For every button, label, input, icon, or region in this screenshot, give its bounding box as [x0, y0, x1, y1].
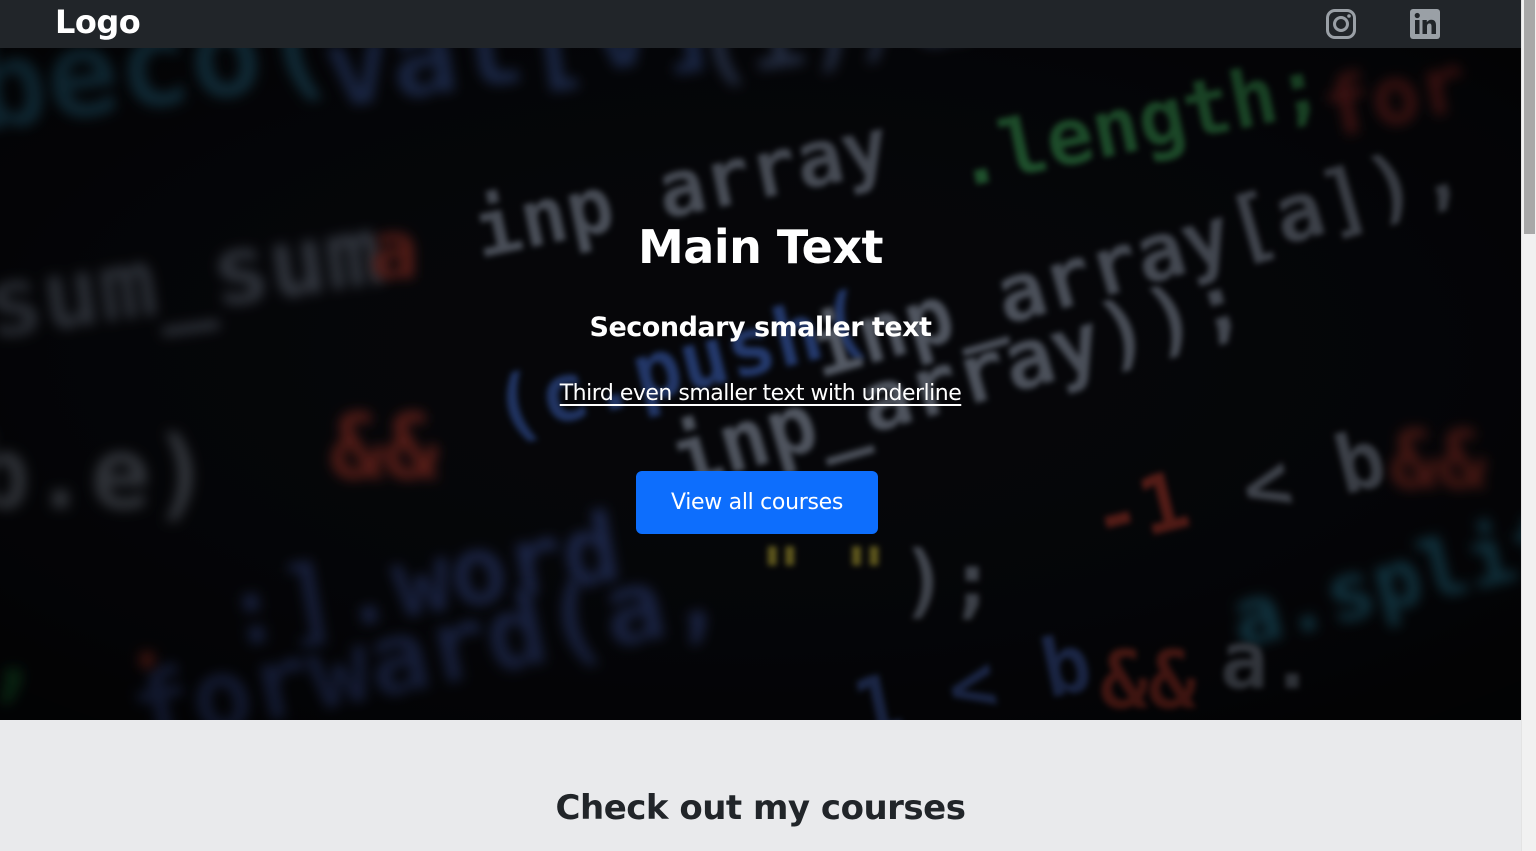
navbar: Logo	[0, 0, 1521, 48]
view-all-courses-button[interactable]: View all courses	[636, 471, 878, 534]
instagram-icon	[1326, 9, 1356, 39]
linkedin-link[interactable]	[1409, 8, 1441, 40]
linkedin-icon	[1410, 9, 1440, 39]
hero-subtitle: Secondary smaller text	[589, 312, 932, 343]
instagram-link[interactable]	[1325, 8, 1357, 40]
logo-link[interactable]: Logo	[55, 6, 141, 38]
courses-section: Check out my courses	[0, 720, 1521, 851]
page-scrollbar[interactable]	[1521, 0, 1536, 851]
hero-section: beco( val[v] (i)/&= inp array .length; f…	[0, 48, 1521, 720]
social-links	[1325, 8, 1441, 40]
page: Logo Main Text Secondary smaller text Th…	[0, 0, 1536, 851]
hero-title: Main Text	[638, 220, 883, 274]
courses-title: Check out my courses	[555, 788, 966, 828]
hero-content: Main Text Secondary smaller text Third e…	[0, 48, 1521, 720]
hero-underlined-link[interactable]: Third even smaller text with underline	[0, 381, 1521, 406]
scrollbar-thumb[interactable]	[1524, 0, 1535, 234]
